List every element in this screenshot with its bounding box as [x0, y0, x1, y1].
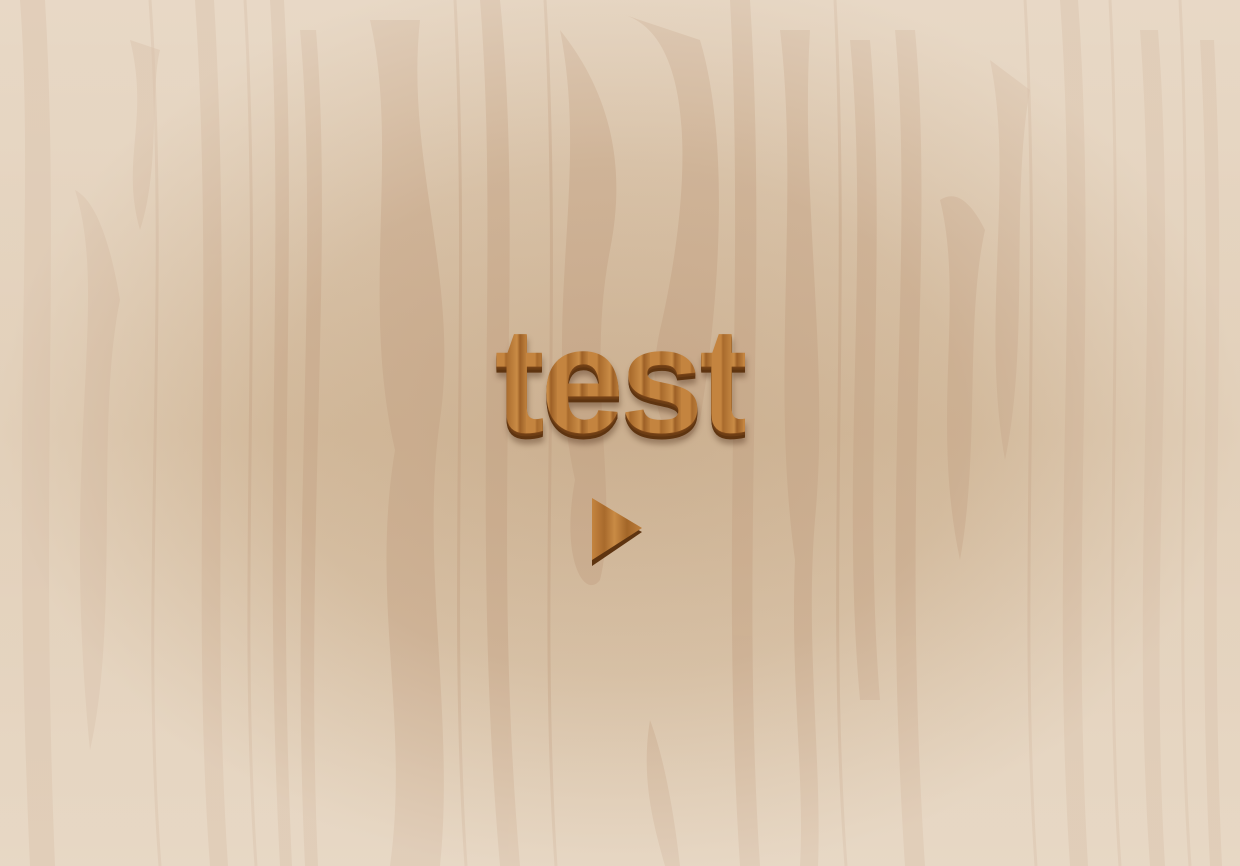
game-screen: test — [0, 0, 1240, 866]
play-icon — [592, 498, 642, 566]
play-button[interactable] — [588, 494, 648, 570]
game-title: test — [0, 300, 1240, 460]
game-title-text: test — [494, 296, 750, 464]
